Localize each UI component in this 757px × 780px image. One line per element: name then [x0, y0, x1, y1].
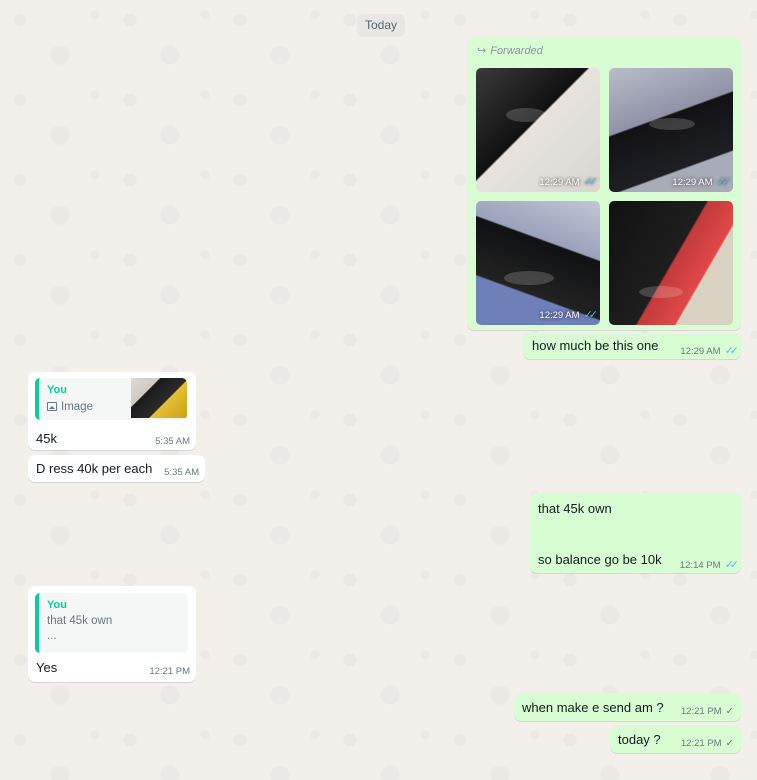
image-icon [47, 402, 57, 411]
message-bubble-outgoing[interactable]: how much be this one 12:29 AM ✓✓ [523, 333, 741, 359]
shoe-photo-4[interactable] [609, 201, 733, 325]
single-check-icon: ✓ [725, 738, 734, 749]
single-check-icon: ✓ [725, 706, 734, 717]
message-bubble-incoming[interactable]: You that 45k own ... Yes 12:21 PM [28, 586, 196, 682]
forward-arrow-icon: ↪ [477, 45, 487, 57]
message-text: when make e send am ? [522, 700, 664, 715]
message-meta: 12:21 PM ✓ [680, 706, 734, 717]
message-text-line-2: so balance go be 10k [538, 552, 662, 567]
quote-text-line-2: ... [47, 630, 57, 642]
message-meta: 12:29 AM ✓✓ [680, 345, 740, 357]
photo-timestamp: 12:29 AM ✓✓ [672, 176, 731, 188]
quote-text-line-1: that 45k own [47, 615, 113, 627]
quote-author: You [47, 599, 67, 611]
quoted-message[interactable]: You Image [35, 378, 187, 420]
message-bubble-outgoing[interactable]: when make e send am ? 12:21 PM ✓ [514, 693, 741, 721]
message-text: how much be this one [532, 338, 659, 353]
message-meta: 12:14 PM ✓✓ [679, 559, 740, 571]
shoe-photo-2[interactable]: 12:29 AM ✓✓ [609, 68, 733, 192]
quoted-message[interactable]: You that 45k own ... [35, 593, 188, 653]
message-bubble-outgoing[interactable]: that 45k own so balance go be 10k 12:14 … [530, 493, 741, 573]
quote-author: You [47, 384, 67, 396]
quote-thumbnail [131, 378, 187, 418]
double-check-icon: ✓✓ [724, 345, 740, 357]
message-text: today ? [618, 732, 661, 747]
quote-text: Image [47, 401, 93, 413]
shoe-photo-1[interactable]: 12:29 AM ✓✓ [476, 68, 600, 192]
message-text: Yes [36, 660, 58, 675]
message-bubble-incoming[interactable]: You Image 45k 5:35 AM [28, 372, 196, 450]
shoe-photo-3[interactable]: 12:29 AM ✓✓ [476, 201, 600, 325]
message-text-line-1: that 45k own [538, 501, 612, 516]
message-time: 5:35 AM [155, 436, 190, 447]
message-bubble-incoming[interactable]: D ress 40k per each 5:35 AM [28, 455, 205, 482]
double-check-icon: ✓✓ [724, 559, 740, 571]
message-time: 12:21 PM [149, 666, 190, 677]
photo-timestamp: 12:29 AM ✓✓ [539, 309, 598, 321]
message-text: D ress 40k per each [36, 461, 153, 476]
forwarded-album-bubble[interactable]: ↪ Forwarded 12:29 AM ✓✓ 12:29 AM ✓✓ 12:29 A… [467, 38, 741, 330]
message-time: 5:35 AM [164, 467, 199, 478]
message-bubble-outgoing[interactable]: today ? 12:21 PM ✓ [610, 725, 741, 753]
date-divider: Today [357, 14, 405, 37]
forwarded-label: ↪ Forwarded [477, 45, 543, 57]
message-meta: 12:21 PM ✓ [680, 738, 734, 749]
message-text: 45k [36, 431, 57, 446]
photo-timestamp: 12:29 AM ✓✓ [539, 176, 598, 188]
